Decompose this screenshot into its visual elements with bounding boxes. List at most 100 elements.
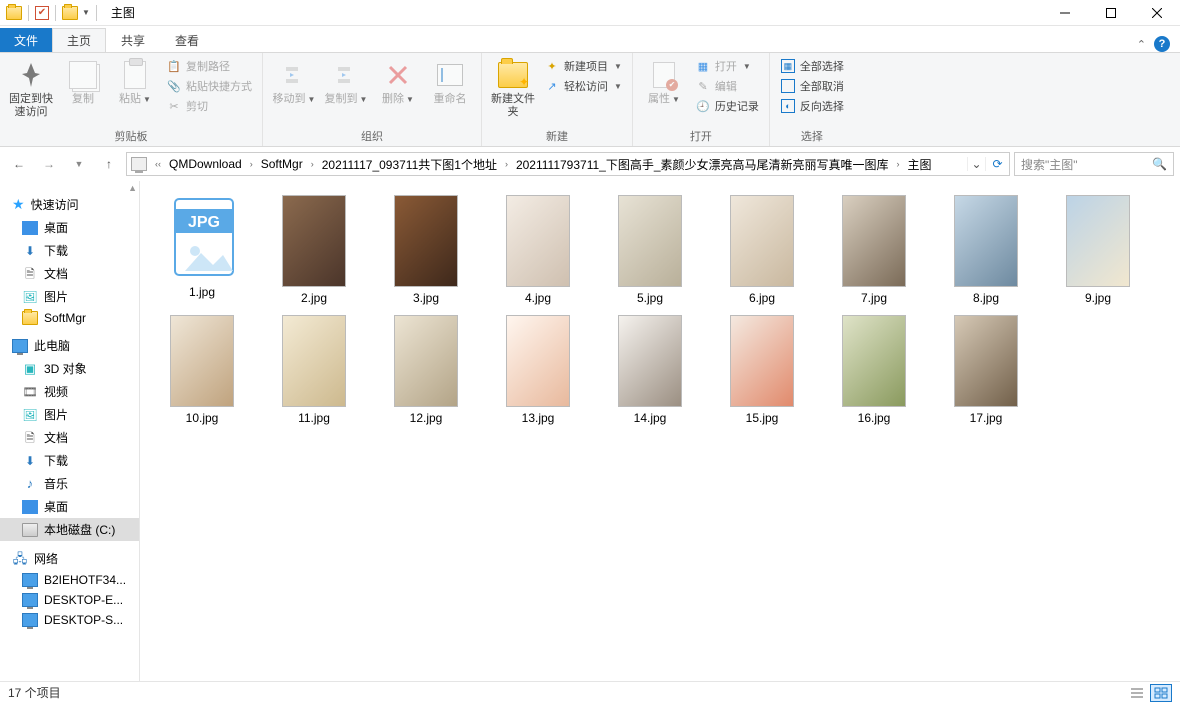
qat-checkbox-icon[interactable]: ✔: [35, 6, 49, 20]
maximize-button[interactable]: [1088, 0, 1134, 26]
file-item[interactable]: 15.jpg: [706, 311, 818, 431]
file-item[interactable]: 13.jpg: [482, 311, 594, 431]
cut-button[interactable]: ✂剪切: [162, 97, 256, 115]
close-button[interactable]: [1134, 0, 1180, 26]
copy-path-button[interactable]: 📋复制路径: [162, 57, 256, 75]
navigation-pane[interactable]: ▲ ★快速访问 桌面 ⬇下载 🗎文档 🖼图片 SoftMgr 此电脑 ▣3D 对…: [0, 181, 140, 681]
file-item[interactable]: 11.jpg: [258, 311, 370, 431]
move-to-button[interactable]: 移动到▼: [269, 57, 319, 108]
file-name: 5.jpg: [637, 291, 663, 305]
sidebar-item-documents[interactable]: 🗎文档: [0, 262, 139, 285]
file-item[interactable]: 14.jpg: [594, 311, 706, 431]
copy-to-button[interactable]: 复制到▼: [321, 57, 371, 108]
sidebar-item-documents2[interactable]: 🗎文档: [0, 426, 139, 449]
select-all-button[interactable]: ▦全部选择: [776, 57, 848, 75]
sidebar-item-music[interactable]: ♪音乐: [0, 472, 139, 495]
file-pane[interactable]: JPG1.jpg2.jpg3.jpg4.jpg 5.jpg 6.jpg7.jpg8.…: [140, 181, 1180, 681]
app-icon: [6, 6, 22, 20]
breadcrumb-seg[interactable]: SoftMgr: [257, 157, 307, 171]
chevron-right-icon[interactable]: ›: [501, 159, 512, 169]
breadcrumb-seg[interactable]: QMDownload: [165, 157, 246, 171]
sidebar-item-downloads[interactable]: ⬇下载: [0, 239, 139, 262]
file-item[interactable]: 9.jpg: [1042, 191, 1154, 311]
invert-selection-button[interactable]: ◐反向选择: [776, 97, 848, 115]
sidebar-item-videos[interactable]: 🎞视频: [0, 380, 139, 403]
sidebar-item-network[interactable]: 🖧网络: [0, 547, 139, 570]
sidebar-item-3d[interactable]: ▣3D 对象: [0, 357, 139, 380]
select-none-button[interactable]: 全部取消: [776, 77, 848, 95]
folder-icon[interactable]: [62, 6, 78, 20]
quick-access-toolbar: ✔ ▼: [0, 5, 105, 21]
view-details-button[interactable]: [1126, 684, 1148, 702]
recent-locations-button[interactable]: ▼: [66, 151, 92, 177]
sidebar-item-desktop[interactable]: 桌面: [0, 216, 139, 239]
up-button[interactable]: ↑: [96, 151, 122, 177]
breadcrumb-seg[interactable]: 2021111793711_下图高手_素颜少女漂亮高马尾清新亮丽写真唯一图库: [512, 156, 893, 173]
easy-access-button[interactable]: ↗轻松访问▼: [540, 77, 626, 95]
paste-shortcut-button[interactable]: 📎粘贴快捷方式: [162, 77, 256, 95]
tab-file[interactable]: 文件: [0, 28, 52, 52]
chevron-right-icon[interactable]: ›: [307, 159, 318, 169]
chevron-right-icon[interactable]: ›: [893, 159, 904, 169]
properties-button[interactable]: 属性▼: [639, 57, 689, 108]
sidebar-item-downloads2[interactable]: ⬇下载: [0, 449, 139, 472]
file-item[interactable]: 10.jpg: [146, 311, 258, 431]
qat-dropdown-icon[interactable]: ▼: [82, 8, 90, 17]
chevron-right-icon[interactable]: ‹‹: [151, 159, 165, 169]
forward-button[interactable]: →: [36, 151, 62, 177]
breadcrumb-seg[interactable]: 主图: [904, 156, 936, 173]
edit-button[interactable]: ✎编辑: [691, 77, 763, 95]
file-item[interactable]: 4.jpg: [482, 191, 594, 311]
sidebar-item-desktop2[interactable]: 桌面: [0, 495, 139, 518]
file-item[interactable]: 2.jpg: [258, 191, 370, 311]
sidebar-item-softmgr[interactable]: SoftMgr: [0, 308, 139, 328]
refresh-icon[interactable]: ⟳: [985, 157, 1009, 171]
view-thumbnails-button[interactable]: [1150, 684, 1172, 702]
ribbon: 固定到快速访问 复制 粘贴▼ 📋复制路径 📎粘贴快捷方式 ✂剪切 剪贴板 移动到…: [0, 52, 1180, 147]
tab-home[interactable]: 主页: [52, 28, 106, 52]
file-thumbnail: [954, 195, 1018, 287]
file-item[interactable]: 8.jpg: [930, 191, 1042, 311]
chevron-right-icon[interactable]: ›: [246, 159, 257, 169]
sidebar-item-quick-access[interactable]: ★快速访问: [0, 193, 139, 216]
file-thumbnail: [618, 195, 682, 287]
paste-button[interactable]: 粘贴▼: [110, 57, 160, 108]
scroll-up-icon[interactable]: ▲: [128, 183, 137, 193]
pin-button[interactable]: 固定到快速访问: [6, 57, 56, 121]
new-folder-button[interactable]: 新建文件夹: [488, 57, 538, 121]
file-item[interactable]: 7.jpg: [818, 191, 930, 311]
ribbon-collapse-icon[interactable]: ⌃: [1137, 38, 1146, 51]
sidebar-item-netpc[interactable]: DESKTOP-E...: [0, 590, 139, 610]
file-item[interactable]: 12.jpg: [370, 311, 482, 431]
open-button[interactable]: ▦打开▼: [691, 57, 763, 75]
file-item[interactable]: 5.jpg: [594, 191, 706, 311]
file-item[interactable]: JPG1.jpg: [146, 191, 258, 311]
file-item[interactable]: 6.jpg: [706, 191, 818, 311]
breadcrumb-seg[interactable]: 20211117_093711共下图1个地址: [318, 156, 501, 173]
address-dropdown-icon[interactable]: ⌄: [967, 157, 985, 171]
file-item[interactable]: 16.jpg: [818, 311, 930, 431]
search-input[interactable]: 搜索"主图" 🔍: [1014, 152, 1174, 176]
sidebar-item-pictures[interactable]: 🖼图片: [0, 285, 139, 308]
copy-button[interactable]: 复制: [58, 57, 108, 108]
history-button[interactable]: 🕘历史记录: [691, 97, 763, 115]
file-item[interactable]: 17.jpg: [930, 311, 1042, 431]
minimize-button[interactable]: [1042, 0, 1088, 26]
file-thumbnail: [282, 195, 346, 287]
address-bar[interactable]: ‹‹ QMDownload › SoftMgr › 20211117_09371…: [126, 152, 1010, 176]
new-item-button[interactable]: ✦新建项目▼: [540, 57, 626, 75]
pc-icon: [131, 157, 147, 171]
sidebar-item-netpc[interactable]: B2IEHOTF34...: [0, 570, 139, 590]
back-button[interactable]: ←: [6, 151, 32, 177]
sidebar-item-pictures2[interactable]: 🖼图片: [0, 403, 139, 426]
tab-share[interactable]: 共享: [106, 28, 160, 52]
delete-button[interactable]: 删除▼: [373, 57, 423, 108]
sidebar-item-local-disk[interactable]: 本地磁盘 (C:): [0, 518, 139, 541]
help-icon[interactable]: ?: [1154, 36, 1170, 52]
sidebar-item-netpc[interactable]: DESKTOP-S...: [0, 610, 139, 630]
file-item[interactable]: 3.jpg: [370, 191, 482, 311]
file-thumbnail: [506, 315, 570, 407]
sidebar-item-this-pc[interactable]: 此电脑: [0, 334, 139, 357]
rename-button[interactable]: 重命名: [425, 57, 475, 108]
tab-view[interactable]: 查看: [160, 28, 214, 52]
